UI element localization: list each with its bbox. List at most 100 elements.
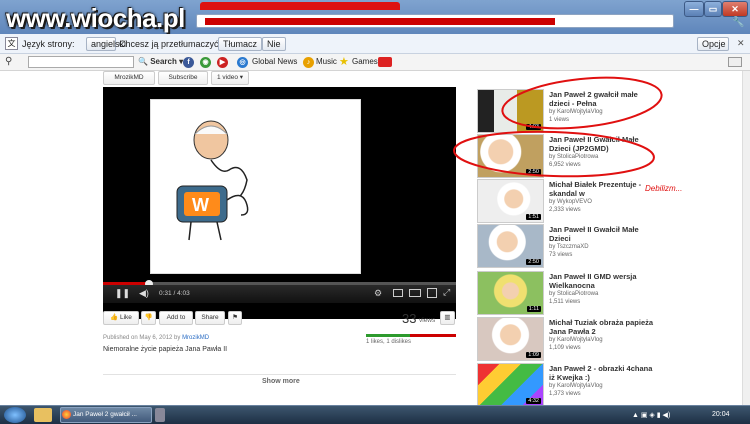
suggested-video[interactable]: 1:11 Jan Paweł II GMD wersja Wielkanocna…	[477, 271, 737, 315]
options-button[interactable]: Opcje ▾	[697, 37, 729, 61]
published-line: Published on May 6, 2012 by MrozikMD	[103, 335, 210, 341]
volume-icon[interactable]: ◀)	[139, 288, 149, 299]
browser-title-bar: — ▭ ✕ www.wiocha.pl 🔧	[0, 0, 750, 34]
browser-tab[interactable]	[200, 2, 400, 10]
like-button[interactable]: 👍 Like	[103, 311, 139, 325]
wrench-icon[interactable]: 🔧	[732, 17, 744, 28]
player-controls: ❚❚ ◀) 0:31 / 4:03 ⚙ ⤢	[103, 285, 456, 303]
divider	[103, 374, 456, 375]
video-title[interactable]: Jan Paweł II Gwałcił Małe Dzieci	[549, 225, 659, 243]
video-thumbnail[interactable]: 1:11	[477, 271, 544, 315]
channel-name-button[interactable]: MrozikMD	[103, 71, 155, 85]
search-toolbar: ⚲ 🔍 Search ▾ f ◉ ▶ ◎ Global News ♪ Music…	[0, 54, 750, 71]
video-thumbnail[interactable]: 1:09	[477, 317, 544, 361]
tray-icons[interactable]: ▲ ▣ ◈ ▮ ◀)	[632, 411, 670, 419]
close-button[interactable]: ✕	[722, 1, 748, 17]
facebook-icon[interactable]: f	[183, 57, 194, 68]
svg-text:W: W	[192, 195, 209, 215]
video-player[interactable]: W ❚❚ ◀) 0:31 / 4:03 ⚙ ⤢	[103, 87, 456, 319]
theater-mode-icon[interactable]	[409, 289, 421, 297]
address-bar[interactable]	[196, 14, 674, 28]
video-views: 1,511 views	[549, 299, 581, 305]
video-channel: by KarolWojtylaVlog	[549, 337, 603, 343]
video-title[interactable]: Jan Paweł II GMD wersja Wielkanocna	[549, 272, 659, 290]
language-select[interactable]: angielski	[86, 37, 126, 51]
translate-question: Chcesz ją przetłumaczyć?	[119, 39, 224, 49]
stats-button[interactable]: ▥	[440, 311, 455, 325]
time-display: 0:31 / 4:03	[159, 290, 190, 297]
video-frame[interactable]: W	[150, 99, 361, 274]
magnifier-icon: ⚲	[5, 56, 13, 67]
red-circle-annotations	[453, 76, 663, 178]
translate-button[interactable]: Tłumacz	[218, 37, 263, 51]
toolbar-search-input[interactable]	[28, 56, 134, 68]
views-label: views	[419, 317, 436, 324]
description: Niemoralne życie papieża Jana Pawła II	[103, 346, 228, 353]
explorer-icon[interactable]	[34, 408, 52, 422]
redacted-url	[205, 18, 555, 25]
global-news-link[interactable]: Global News	[252, 57, 297, 66]
video-views: 2,333 views	[549, 207, 581, 213]
video-channel: by StolicaPiotrowa	[549, 291, 599, 297]
music-icon[interactable]: ♪	[303, 57, 314, 68]
suggested-video[interactable]: 1:09 Michał Tuziak obraża papieża Jana P…	[477, 317, 737, 361]
green-app-icon[interactable]: ◉	[200, 57, 211, 68]
minimize-button[interactable]: —	[684, 1, 704, 17]
cartoon-image: W	[176, 120, 249, 241]
start-button[interactable]	[4, 407, 26, 423]
close-translate-icon[interactable]: ✕	[737, 38, 745, 49]
taskbar-browser-task[interactable]: Jan Paweł 2 gwałcił ...	[60, 407, 152, 423]
language-label: Język strony:	[22, 39, 75, 49]
flag-button[interactable]: ⚑	[228, 311, 242, 325]
screen: — ▭ ✕ www.wiocha.pl 🔧 文 Język strony: an…	[0, 0, 750, 424]
suggested-video[interactable]: 2:50 Jan Paweł II Gwałcił Małe Dzieci by…	[477, 224, 737, 268]
pause-icon[interactable]: ❚❚	[115, 288, 130, 299]
video-views: 73 views	[549, 252, 573, 258]
video-channel: by WykopVEVO	[549, 199, 592, 205]
star-icon[interactable]: ★	[339, 55, 349, 68]
video-channel: by TszczmaXD	[549, 244, 589, 250]
dislikes-bar	[410, 334, 456, 337]
settings-gear-icon[interactable]: ⚙	[374, 288, 382, 299]
likes-bar	[366, 334, 410, 337]
toolbar-menu-icon[interactable]	[728, 57, 742, 67]
video-channel: by KarolWojtylaVlog	[549, 383, 603, 389]
no-button[interactable]: Nie	[262, 37, 286, 51]
page-scrollbar[interactable]	[742, 71, 750, 405]
video-thumbnail[interactable]: 4:32	[477, 363, 544, 407]
annotations-icon[interactable]	[393, 289, 403, 297]
subscribe-button[interactable]: Subscribe	[158, 71, 208, 85]
games-link[interactable]: Games	[352, 57, 378, 66]
dislike-button[interactable]: 👎	[141, 311, 156, 325]
duration: 4:32	[526, 398, 541, 404]
show-more-button[interactable]: Show more	[262, 378, 300, 385]
youtube-page: MrozikMD Subscribe 1 video ▾ W ❚❚ ◀) 0:3…	[0, 71, 750, 407]
toolbar-search-button[interactable]: 🔍 Search ▾	[138, 57, 183, 66]
clock: 20:04	[712, 411, 730, 418]
youtube-icon[interactable]: ▶	[217, 57, 228, 68]
video-title[interactable]: Jan Paweł 2 - obrazki 4chana iż Kwejka :…	[549, 364, 659, 382]
video-title[interactable]: Michał Tuziak obraża papieża Jana Pawła …	[549, 318, 659, 336]
globe-icon[interactable]: ◎	[237, 57, 248, 68]
translate-icon: 文	[5, 37, 18, 50]
author-link[interactable]: MrozikMD	[182, 335, 209, 341]
likes-text: 1 likes, 1 dislikes	[366, 339, 412, 345]
red-badge-icon[interactable]	[378, 57, 392, 67]
video-thumbnail[interactable]: 2:50	[477, 224, 544, 268]
add-to-button[interactable]: Add to	[159, 311, 193, 325]
maximize-button[interactable]: ▭	[704, 1, 722, 17]
popout-icon[interactable]	[427, 288, 437, 298]
chrome-icon	[62, 410, 71, 419]
taskbar-extra-icon[interactable]	[155, 408, 165, 422]
duration: 1:09	[526, 352, 541, 358]
duration: 1:11	[526, 306, 541, 312]
share-button[interactable]: Share	[195, 311, 225, 325]
video-views: 1,109 views	[549, 345, 581, 351]
video-count-button[interactable]: 1 video ▾	[211, 71, 249, 85]
suggested-video[interactable]: 4:32 Jan Paweł 2 - obrazki 4chana iż Kwe…	[477, 363, 737, 407]
annotation-text: Debilizm...	[645, 184, 683, 193]
music-link[interactable]: Music	[316, 57, 337, 66]
duration: 1:51	[526, 214, 541, 220]
fullscreen-icon[interactable]: ⤢	[443, 287, 450, 298]
video-views: 1,373 views	[549, 391, 581, 397]
